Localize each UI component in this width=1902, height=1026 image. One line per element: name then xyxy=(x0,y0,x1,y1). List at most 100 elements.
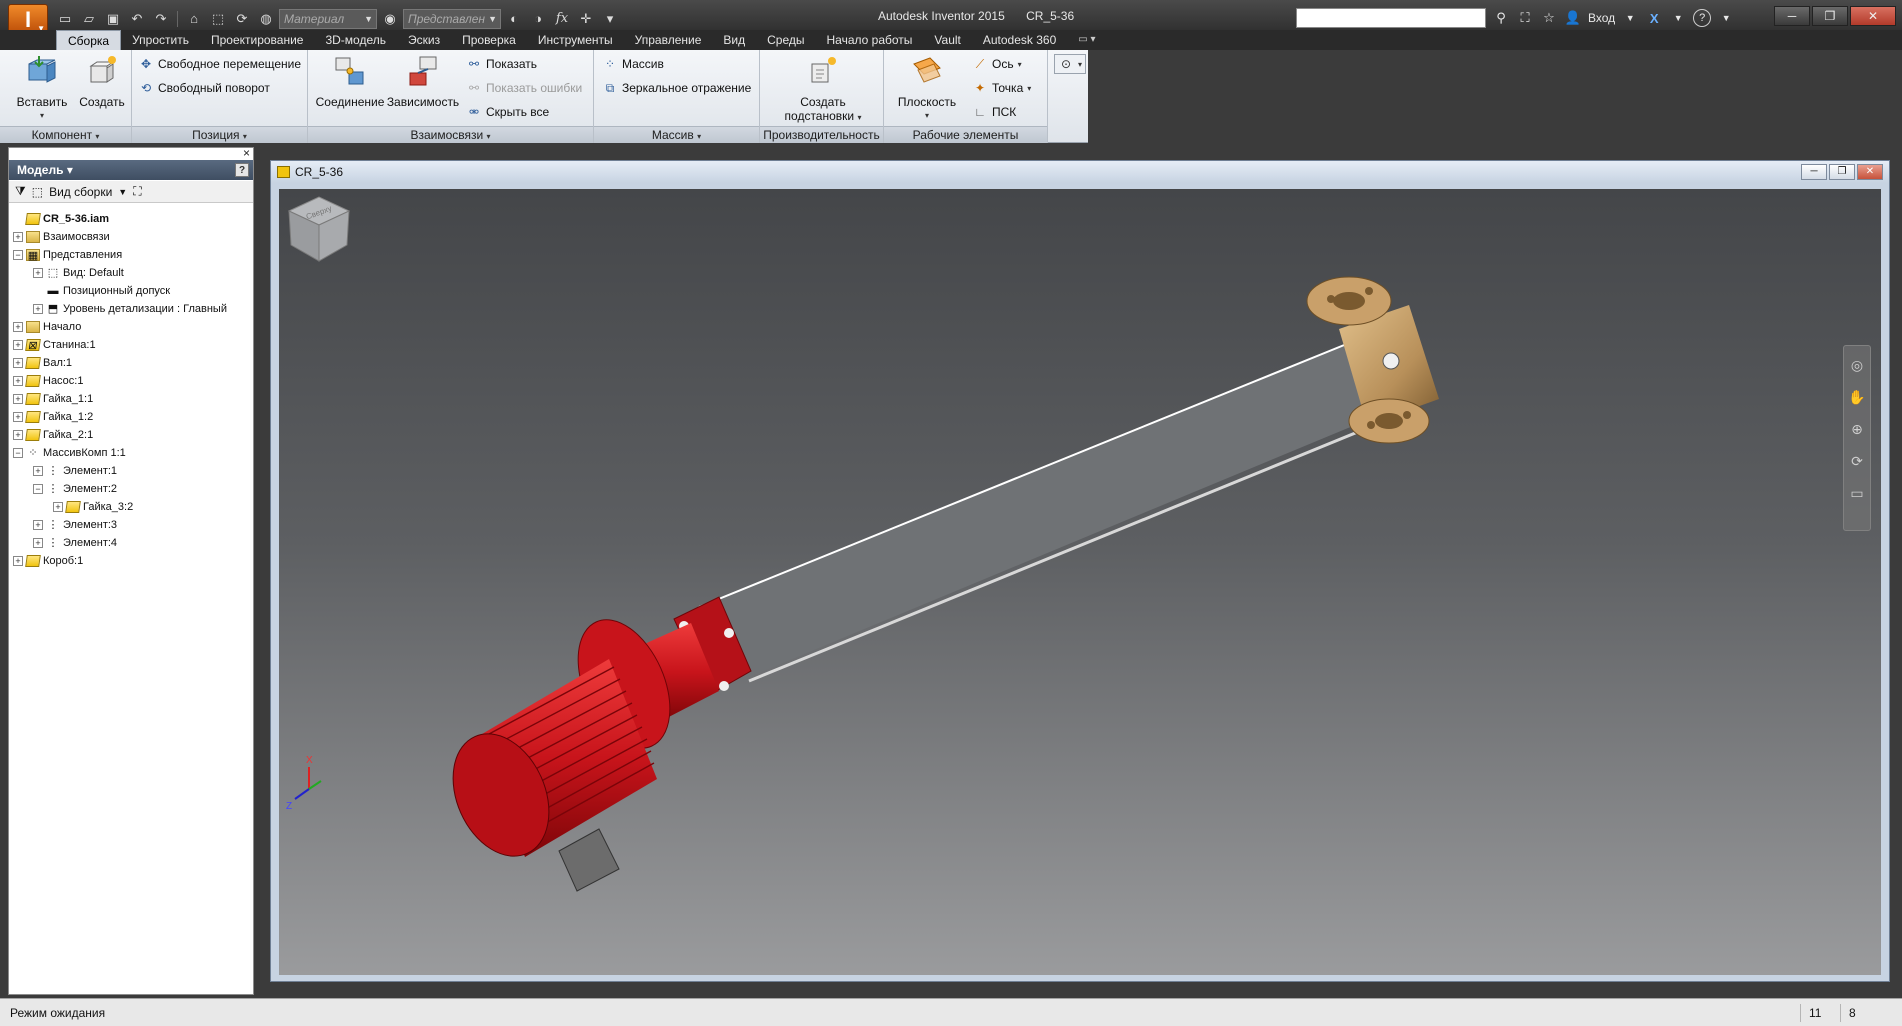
graphics-viewport[interactable]: X Z Сверху ◎ ✋ ⊕ ⟳ ▭ xyxy=(279,189,1881,975)
tab-manage[interactable]: Управление xyxy=(624,30,713,50)
tree-node[interactable]: + Гайка_1:2 xyxy=(13,408,249,426)
orbit-icon[interactable]: ⟳ xyxy=(1846,450,1868,472)
look-at-icon[interactable]: ▭ xyxy=(1846,482,1868,504)
expand-icon[interactable]: + xyxy=(13,232,23,242)
tab-get-started[interactable]: Начало работы xyxy=(816,30,924,50)
mirror-button[interactable]: ⧉ Зеркальное отражение xyxy=(602,78,752,98)
appearance-icon[interactable]: ◉ xyxy=(379,9,401,29)
home-icon[interactable]: ⌂ xyxy=(183,9,205,29)
expand-icon[interactable]: + xyxy=(53,502,63,512)
joint-button[interactable]: Соединение xyxy=(314,54,386,109)
undo-icon[interactable]: ↶ xyxy=(126,9,148,29)
expand-icon[interactable]: + xyxy=(13,556,23,566)
sign-in-link[interactable]: Вход xyxy=(1588,11,1615,25)
tree-node[interactable]: + Гайка_2:1 xyxy=(13,426,249,444)
tab-sketch[interactable]: Эскиз xyxy=(397,30,451,50)
chevron-down-icon[interactable]: ▼ xyxy=(1669,13,1687,23)
collapse-icon[interactable]: − xyxy=(13,448,23,458)
expand-icon[interactable]: + xyxy=(13,340,23,350)
collapse-icon[interactable]: − xyxy=(13,250,23,260)
save-icon[interactable]: ▣ xyxy=(102,9,124,29)
browser-header[interactable]: Модель ▾ ? xyxy=(9,160,253,180)
tree-node[interactable]: + ⬒ Уровень детализации : Главный xyxy=(13,300,249,318)
doc-restore-button[interactable]: ❐ xyxy=(1829,164,1855,180)
expand-icon[interactable]: + xyxy=(13,376,23,386)
minimize-button[interactable]: ─ xyxy=(1774,6,1810,26)
point-button[interactable]: ✦ Точка ▾ xyxy=(972,78,1031,98)
collapse-icon[interactable]: − xyxy=(33,484,43,494)
binoculars-icon[interactable]: ⛶ xyxy=(1516,10,1534,26)
pattern-button[interactable]: ⁘ Массив xyxy=(602,54,664,74)
tree-node[interactable]: + ⋮ Элемент:1 xyxy=(13,462,249,480)
document-window-title[interactable]: CR_5-36 ─ ❐ ✕ xyxy=(271,161,1889,183)
expand-icon[interactable]: + xyxy=(33,466,43,476)
filter-icon[interactable]: ⧩ xyxy=(15,184,26,199)
close-button[interactable]: ✕ xyxy=(1850,6,1896,26)
free-rotate-button[interactable]: ⟲ Свободный поворот xyxy=(138,78,270,98)
tree-node[interactable]: − ▦ Представления xyxy=(13,246,249,264)
zoom-icon[interactable]: ⊕ xyxy=(1846,418,1868,440)
star-icon[interactable]: ☆ xyxy=(1540,10,1558,26)
material-combo[interactable]: Материал ▼ xyxy=(279,9,377,29)
tab-vault[interactable]: Vault xyxy=(923,30,971,50)
clear-appearance-icon[interactable]: ◑ xyxy=(527,9,549,29)
show-sick-button[interactable]: ⚯ Показать ошибки xyxy=(466,78,582,98)
tree-node[interactable]: + Начало xyxy=(13,318,249,336)
tab-3d-model[interactable]: 3D-модель xyxy=(314,30,397,50)
tree-node[interactable]: − ⋮ Элемент:2 xyxy=(13,480,249,498)
hide-all-button[interactable]: ⚮ Скрыть все xyxy=(466,102,549,122)
open-icon[interactable]: ▱ xyxy=(78,9,100,29)
maximize-button[interactable]: ❐ xyxy=(1812,6,1848,26)
tree-node[interactable]: + Насос:1 xyxy=(13,372,249,390)
panel-label-work-features[interactable]: Рабочие элементы xyxy=(884,126,1047,143)
ribbon-display-toggle-icon[interactable]: ▭ ▾ xyxy=(1067,30,1106,50)
tab-tools[interactable]: Инструменты xyxy=(527,30,624,50)
steering-wheel-icon[interactable]: ◎ xyxy=(1846,354,1868,376)
appearance-combo[interactable]: Представлен ▼ xyxy=(403,9,501,29)
tree-node[interactable]: − ⁘ МассивКомп 1:1 xyxy=(13,444,249,462)
expand-icon[interactable]: + xyxy=(13,394,23,404)
expand-icon[interactable]: + xyxy=(13,430,23,440)
tree-node[interactable]: + ⊠ Станина:1 xyxy=(13,336,249,354)
expand-icon[interactable]: + xyxy=(33,538,43,548)
tree-node[interactable]: + Короб:1 xyxy=(13,552,249,570)
create-button[interactable]: Создать xyxy=(74,54,130,109)
panel-label-productivity[interactable]: Производительность xyxy=(760,126,883,143)
tree-node[interactable]: + Взаимосвязи xyxy=(13,228,249,246)
tree-node[interactable]: + ⋮ Элемент:4 xyxy=(13,534,249,552)
plane-button[interactable]: Плоскость ▾ xyxy=(892,54,962,123)
tab-autodesk-360[interactable]: Autodesk 360 xyxy=(972,30,1067,50)
chevron-down-icon[interactable]: ▼ xyxy=(1717,13,1735,23)
measure-icon[interactable]: ✛ xyxy=(575,9,597,29)
ribbon-overflow-button[interactable]: ⊙ ▾ xyxy=(1054,54,1087,74)
tab-inspect[interactable]: Проверка xyxy=(451,30,527,50)
browser-help-icon[interactable]: ? xyxy=(235,163,249,177)
parameters-icon[interactable]: fx xyxy=(551,9,573,29)
exchange-apps-icon[interactable]: X xyxy=(1645,11,1663,26)
tab-environments[interactable]: Среды xyxy=(756,30,815,50)
expand-icon[interactable]: + xyxy=(13,322,23,332)
redo-icon[interactable]: ↷ xyxy=(150,9,172,29)
panel-label-position[interactable]: Позиция ▾ xyxy=(132,126,307,143)
free-move-button[interactable]: ✥ Свободное перемещение xyxy=(138,54,301,74)
panel-label-relationships[interactable]: Взаимосвязи ▾ xyxy=(308,126,593,143)
help-search-input[interactable] xyxy=(1296,8,1486,28)
axis-button[interactable]: ⟋ Ось ▾ xyxy=(972,54,1022,74)
create-substitutes-button[interactable]: Создать подстановки ▾ xyxy=(780,54,866,125)
new-icon[interactable]: ▭ xyxy=(54,9,76,29)
expand-icon[interactable]: + xyxy=(33,520,43,530)
pan-hand-icon[interactable]: ✋ xyxy=(1846,386,1868,408)
customize-chevron-icon[interactable]: ▾ xyxy=(599,9,621,29)
expand-icon[interactable]: + xyxy=(13,358,23,368)
tab-design[interactable]: Проектирование xyxy=(200,30,315,50)
tab-assemble[interactable]: Сборка xyxy=(56,30,122,50)
expand-icon[interactable]: + xyxy=(33,304,43,314)
adjust-appearance-icon[interactable]: ◐ xyxy=(503,9,525,29)
update-icon[interactable]: ⟳ xyxy=(231,9,253,29)
ucs-button[interactable]: ∟ ПСК xyxy=(972,102,1016,122)
tree-root[interactable]: CR_5-36.iam xyxy=(13,210,249,228)
doc-minimize-button[interactable]: ─ xyxy=(1801,164,1827,180)
tree-node[interactable]: + Гайка_3:2 xyxy=(13,498,249,516)
tree-node[interactable]: + Гайка_1:1 xyxy=(13,390,249,408)
browser-close-button[interactable]: × xyxy=(243,146,250,160)
